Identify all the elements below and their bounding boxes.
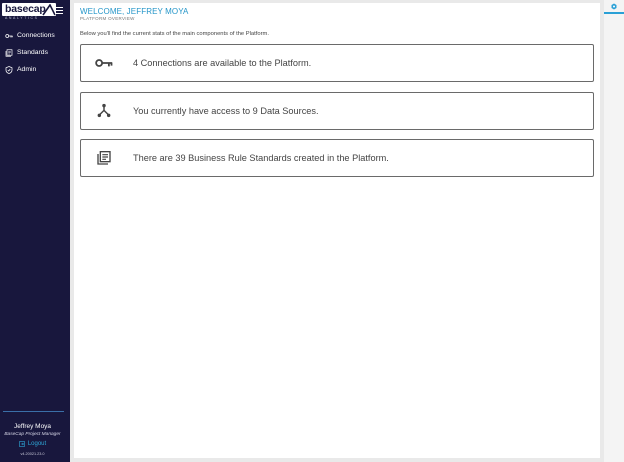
settings-icon <box>611 3 617 10</box>
logo-subtext: ANALYTICS <box>5 16 39 20</box>
connections-card[interactable]: 4 Connections are available to the Platf… <box>80 44 594 82</box>
right-panel-tab[interactable] <box>604 0 624 462</box>
page-subtitle: PLATFORM OVERVIEW <box>80 16 135 21</box>
logout-link[interactable]: Logout <box>0 441 65 447</box>
standards-card[interactable]: There are 39 Business Rule Standards cre… <box>80 139 594 177</box>
key-icon <box>5 32 13 40</box>
sidebar: basecap ANALYTICS Connections Standards … <box>0 0 70 462</box>
sidebar-item-standards[interactable]: Standards <box>0 44 70 61</box>
sidebar-item-label: Connections <box>17 32 55 39</box>
intro-text: Below you'll find the current stats of t… <box>80 31 269 37</box>
sidebar-item-label: Admin <box>17 66 37 73</box>
menu-toggle-button[interactable] <box>55 7 63 15</box>
library-books-icon <box>89 143 119 173</box>
card-text: You currently have access to 9 Data Sour… <box>133 106 319 116</box>
user-role: BaseCap Project Manager <box>4 432 61 437</box>
logo-swoosh-icon <box>42 4 56 16</box>
key-icon <box>89 48 119 78</box>
user-name: Jeffrey Moya <box>13 423 52 430</box>
shield-icon <box>5 65 13 74</box>
active-tab-indicator <box>604 12 624 14</box>
data-sources-card[interactable]: You currently have access to 9 Data Sour… <box>80 92 594 130</box>
page-title: WELCOME, JEFFREY MOYA <box>80 7 189 16</box>
logo-text: basecap <box>5 3 46 15</box>
sidebar-divider <box>3 411 64 412</box>
card-text: There are 39 Business Rule Standards cre… <box>133 153 389 163</box>
version-text: v4.20021.23.0 <box>20 452 45 456</box>
sidebar-item-label: Standards <box>17 49 48 56</box>
card-text: 4 Connections are available to the Platf… <box>133 58 312 68</box>
sidebar-nav: Connections Standards Admin <box>0 27 70 78</box>
sidebar-item-admin[interactable]: Admin <box>0 61 70 78</box>
sidebar-item-connections[interactable]: Connections <box>0 27 70 44</box>
main-content: WELCOME, JEFFREY MOYA PLATFORM OVERVIEW … <box>74 3 600 458</box>
logout-icon <box>19 441 25 447</box>
documents-icon <box>5 48 13 57</box>
logo[interactable]: basecap ANALYTICS <box>2 3 56 20</box>
logout-label: Logout <box>27 441 47 447</box>
data-sources-icon <box>89 96 119 126</box>
